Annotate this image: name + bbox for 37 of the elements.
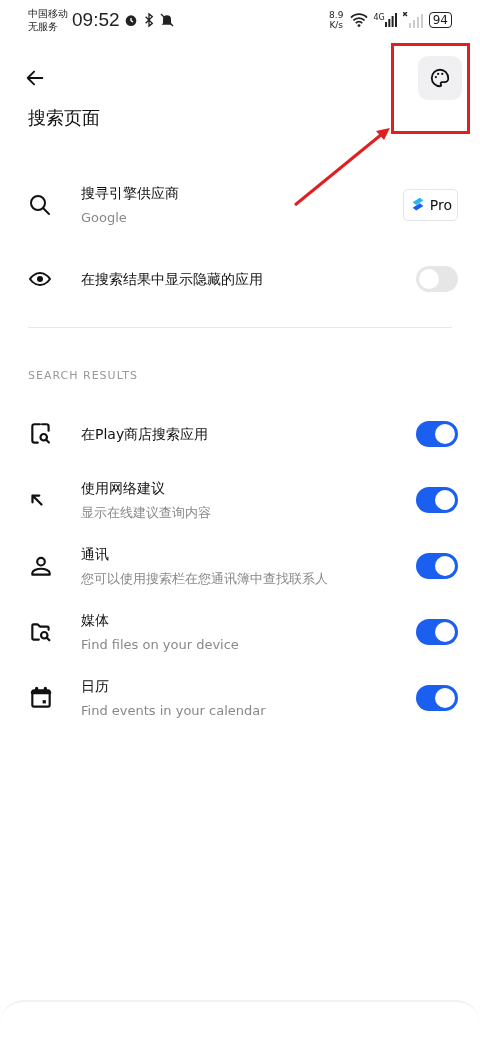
carrier-text: 中国移动 <box>28 7 68 20</box>
section-heading: SEARCH RESULTS <box>28 369 138 382</box>
palette-button[interactable] <box>418 56 462 100</box>
setting-subtitle: Find files on your device <box>81 635 240 654</box>
page-title: 搜索页面 <box>28 107 100 128</box>
setting-title: 在Play商店搜索应用 <box>81 424 210 444</box>
setting-title: 日历 <box>81 676 110 696</box>
toggle-switch[interactable] <box>416 685 458 711</box>
setting-subtitle: Find events in your calendar <box>81 701 267 720</box>
setting-subtitle: 您可以使用搜索栏在您通讯簿中查找联系人 <box>81 569 329 588</box>
setting-subtitle: Google <box>81 208 128 227</box>
palette-icon <box>429 67 451 89</box>
setting-subtitle: 显示在线建议查询内容 <box>81 503 212 522</box>
toggle-switch[interactable] <box>416 487 458 513</box>
setting-title: 使用网络建议 <box>81 478 166 498</box>
no-signal-icon <box>402 12 423 28</box>
setting-title: 通讯 <box>81 544 110 564</box>
speed-unit-text: K/s <box>329 20 344 30</box>
network-type-text: 4G <box>373 12 385 24</box>
toggle-switch[interactable] <box>416 553 458 579</box>
service-text: 无服务 <box>28 20 59 33</box>
setting-title: 搜寻引擎供应商 <box>81 183 180 203</box>
toggle-switch[interactable] <box>416 421 458 447</box>
muted-bell-icon <box>158 12 175 28</box>
speed-value-text: 8.9 <box>329 10 344 20</box>
calendar-icon <box>28 685 54 711</box>
pro-badge[interactable]: Pro <box>402 189 458 221</box>
wifi-icon <box>349 12 370 28</box>
signal-icon <box>384 13 397 27</box>
battery-indicator: 94 <box>428 12 452 28</box>
clock-text: 09:52 <box>72 7 120 32</box>
search-icon <box>28 193 52 217</box>
setting-title: 媒体 <box>81 610 110 630</box>
toggle-switch[interactable] <box>416 619 458 645</box>
toggle-switch[interactable] <box>416 266 458 292</box>
arrow-up-left-icon <box>28 491 46 509</box>
setting-title: 在搜索结果中显示隐藏的应用 <box>81 269 264 289</box>
